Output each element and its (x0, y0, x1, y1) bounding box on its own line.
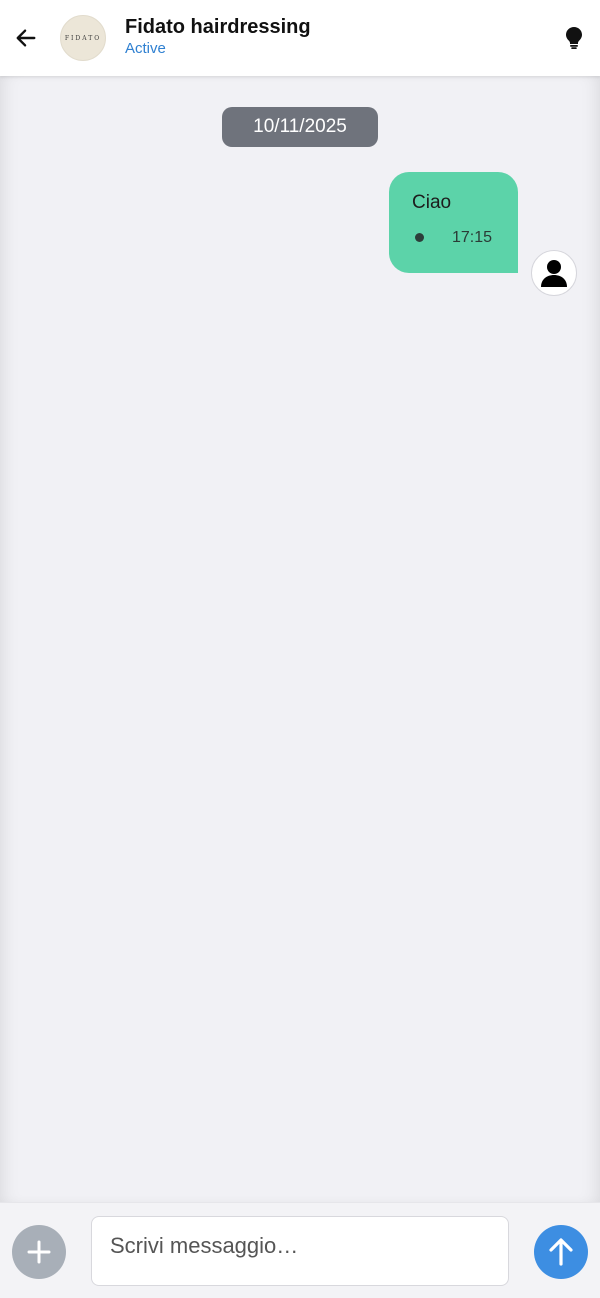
contact-avatar[interactable]: FIDATO (60, 15, 106, 61)
arrow-left-icon (16, 29, 36, 47)
message-composer (0, 1202, 600, 1298)
contact-name: Fidato hairdressing (125, 16, 311, 38)
message-bubble-outgoing[interactable]: Ciao 17:15 (389, 172, 518, 273)
message-input[interactable] (91, 1216, 509, 1286)
back-button[interactable] (10, 22, 42, 54)
message-list[interactable]: 10/11/2025 Ciao 17:15 (0, 76, 600, 1202)
plus-icon (27, 1240, 51, 1264)
tip-button[interactable] (562, 25, 586, 51)
user-avatar (531, 250, 577, 296)
send-button[interactable] (534, 1225, 588, 1279)
date-separator: 10/11/2025 (222, 107, 378, 147)
dot-icon (415, 233, 424, 242)
contact-status: Active (125, 40, 166, 57)
chat-header: FIDATO Fidato hairdressing Active (0, 0, 600, 76)
contact-logo: FIDATO (64, 34, 102, 42)
arrow-up-icon (549, 1238, 573, 1266)
message-time: 17:15 (452, 229, 493, 246)
lightbulb-icon (566, 27, 582, 49)
attach-button[interactable] (12, 1225, 66, 1279)
user-icon (541, 260, 567, 287)
message-text: Ciao (412, 192, 452, 213)
